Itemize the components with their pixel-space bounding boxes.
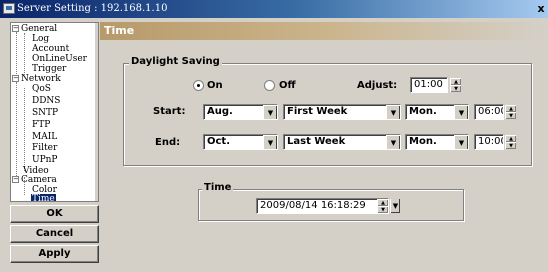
app-icon [3,3,15,14]
end-month-select[interactable]: Oct. ▼ [203,134,278,150]
datetime-input[interactable]: 2009/08/14 16:18:29 [256,198,389,214]
spin-up-icon[interactable]: ▲ [377,199,388,206]
tree-item-qos[interactable]: QoS [32,84,51,94]
end-label: End: [155,137,181,148]
tree-item-trigger[interactable]: Trigger [32,64,66,74]
tree-label: SNTP [32,108,59,118]
start-time-input[interactable]: 06:00 [474,104,504,120]
tree-connector [16,82,17,178]
chevron-down-icon[interactable]: ▼ [454,135,468,149]
datetime-spinner[interactable]: ▲ ▼ [377,199,388,213]
tree-scrollbar[interactable] [95,23,98,201]
spin-up-icon[interactable]: ▲ [450,78,461,85]
page-header: Time [100,22,548,40]
tree-item-general[interactable]: − General [12,24,57,34]
adjust-spinner[interactable]: ▲ ▼ [450,78,461,92]
tree-item-sntp[interactable]: SNTP [32,108,58,118]
tree-connector [24,88,25,171]
tree-connector [24,33,25,75]
tree-item-mail[interactable]: MAIL [32,132,57,142]
adjust-input[interactable]: 01:00 [410,77,448,93]
dst-on-label: On [207,80,223,91]
tree-item-account[interactable]: Account [32,44,69,54]
tree-label: Camera [21,175,57,185]
tree-item-online-user[interactable]: OnLineUser [32,54,87,64]
chevron-down-icon[interactable]: ▼ [386,105,400,119]
cancel-button[interactable]: Cancel [10,225,99,243]
chevron-down-icon[interactable]: ▼ [454,105,468,119]
collapse-icon[interactable]: − [12,25,19,32]
ok-button[interactable]: OK [10,205,99,223]
time-legend: Time [202,182,234,194]
start-day-value: Mon. [409,106,437,117]
spin-up-icon[interactable]: ▲ [505,105,516,112]
tree-label: OnLineUser [32,54,87,64]
close-icon[interactable]: x [535,2,547,15]
start-day-select[interactable]: Mon. ▼ [405,104,469,120]
chevron-down-icon[interactable]: ▼ [386,135,400,149]
start-week-select[interactable]: First Week ▼ [283,104,401,120]
tree-label: Network [21,74,61,84]
chevron-down-icon[interactable]: ▼ [390,199,400,213]
start-week-value: First Week [287,106,348,117]
datetime-value: 2009/08/14 16:18:29 [260,200,366,211]
daylight-saving-legend: Daylight Saving [129,56,222,68]
collapse-icon[interactable]: − [12,75,19,82]
start-time-spinner[interactable]: ▲ ▼ [505,105,516,119]
tree-label: Trigger [32,64,67,74]
tree-item-time[interactable]: Time [31,194,56,202]
tree-item-upnp[interactable]: UPnP [32,155,58,165]
end-week-value: Last Week [287,136,346,147]
tree-item-filter[interactable]: Filter [32,143,57,153]
apply-button[interactable]: Apply [10,245,99,263]
start-month-value: Aug. [207,106,233,117]
adjust-label: Adjust: [357,80,398,91]
start-label: Start: [153,106,186,117]
window-title: Server Setting : 192.168.1.10 [17,3,168,14]
tree-label: Time [31,194,56,202]
dst-off-label: Off [279,80,296,91]
end-week-select[interactable]: Last Week ▼ [283,134,401,150]
tree-label: General [21,24,58,34]
tree-item-log[interactable]: Log [32,34,49,44]
collapse-icon[interactable]: − [12,176,19,183]
tree-item-ftp[interactable]: FTP [32,120,50,130]
tree-label: UPnP [32,155,58,165]
tree-label: DDNS [32,96,61,106]
spin-down-icon[interactable]: ▼ [505,112,516,119]
settings-tree[interactable]: − General Log Account OnLineUser Trigger … [10,22,99,202]
tree-item-network[interactable]: − Network [12,74,61,84]
end-time-spinner[interactable]: ▲ ▼ [505,135,516,149]
tree-connector [16,32,17,80]
page-title: Time [104,24,135,37]
spin-down-icon[interactable]: ▼ [377,206,388,213]
tree-label: FTP [32,120,51,130]
spin-up-icon[interactable]: ▲ [505,135,516,142]
end-day-select[interactable]: Mon. ▼ [405,134,469,150]
start-month-select[interactable]: Aug. ▼ [203,104,278,120]
spin-down-icon[interactable]: ▼ [450,85,461,92]
tree-item-ddns[interactable]: DDNS [32,96,60,106]
dst-on-radio[interactable] [193,80,204,91]
chevron-down-icon[interactable]: ▼ [263,135,277,149]
tree-label: Filter [32,143,58,153]
spin-down-icon[interactable]: ▼ [505,142,516,149]
tree-label: Log [32,34,50,44]
end-month-value: Oct. [207,136,231,147]
chevron-down-icon[interactable]: ▼ [263,105,277,119]
end-time-input[interactable]: 10:00 [474,134,504,150]
tree-label: MAIL [32,132,58,142]
window-titlebar: Server Setting : 192.168.1.10 x [0,0,548,18]
dst-off-radio[interactable] [264,80,275,91]
end-day-value: Mon. [409,136,437,147]
tree-label: Account [32,44,70,54]
tree-item-camera[interactable]: − Camera [12,175,57,185]
tree-label: QoS [32,84,51,94]
